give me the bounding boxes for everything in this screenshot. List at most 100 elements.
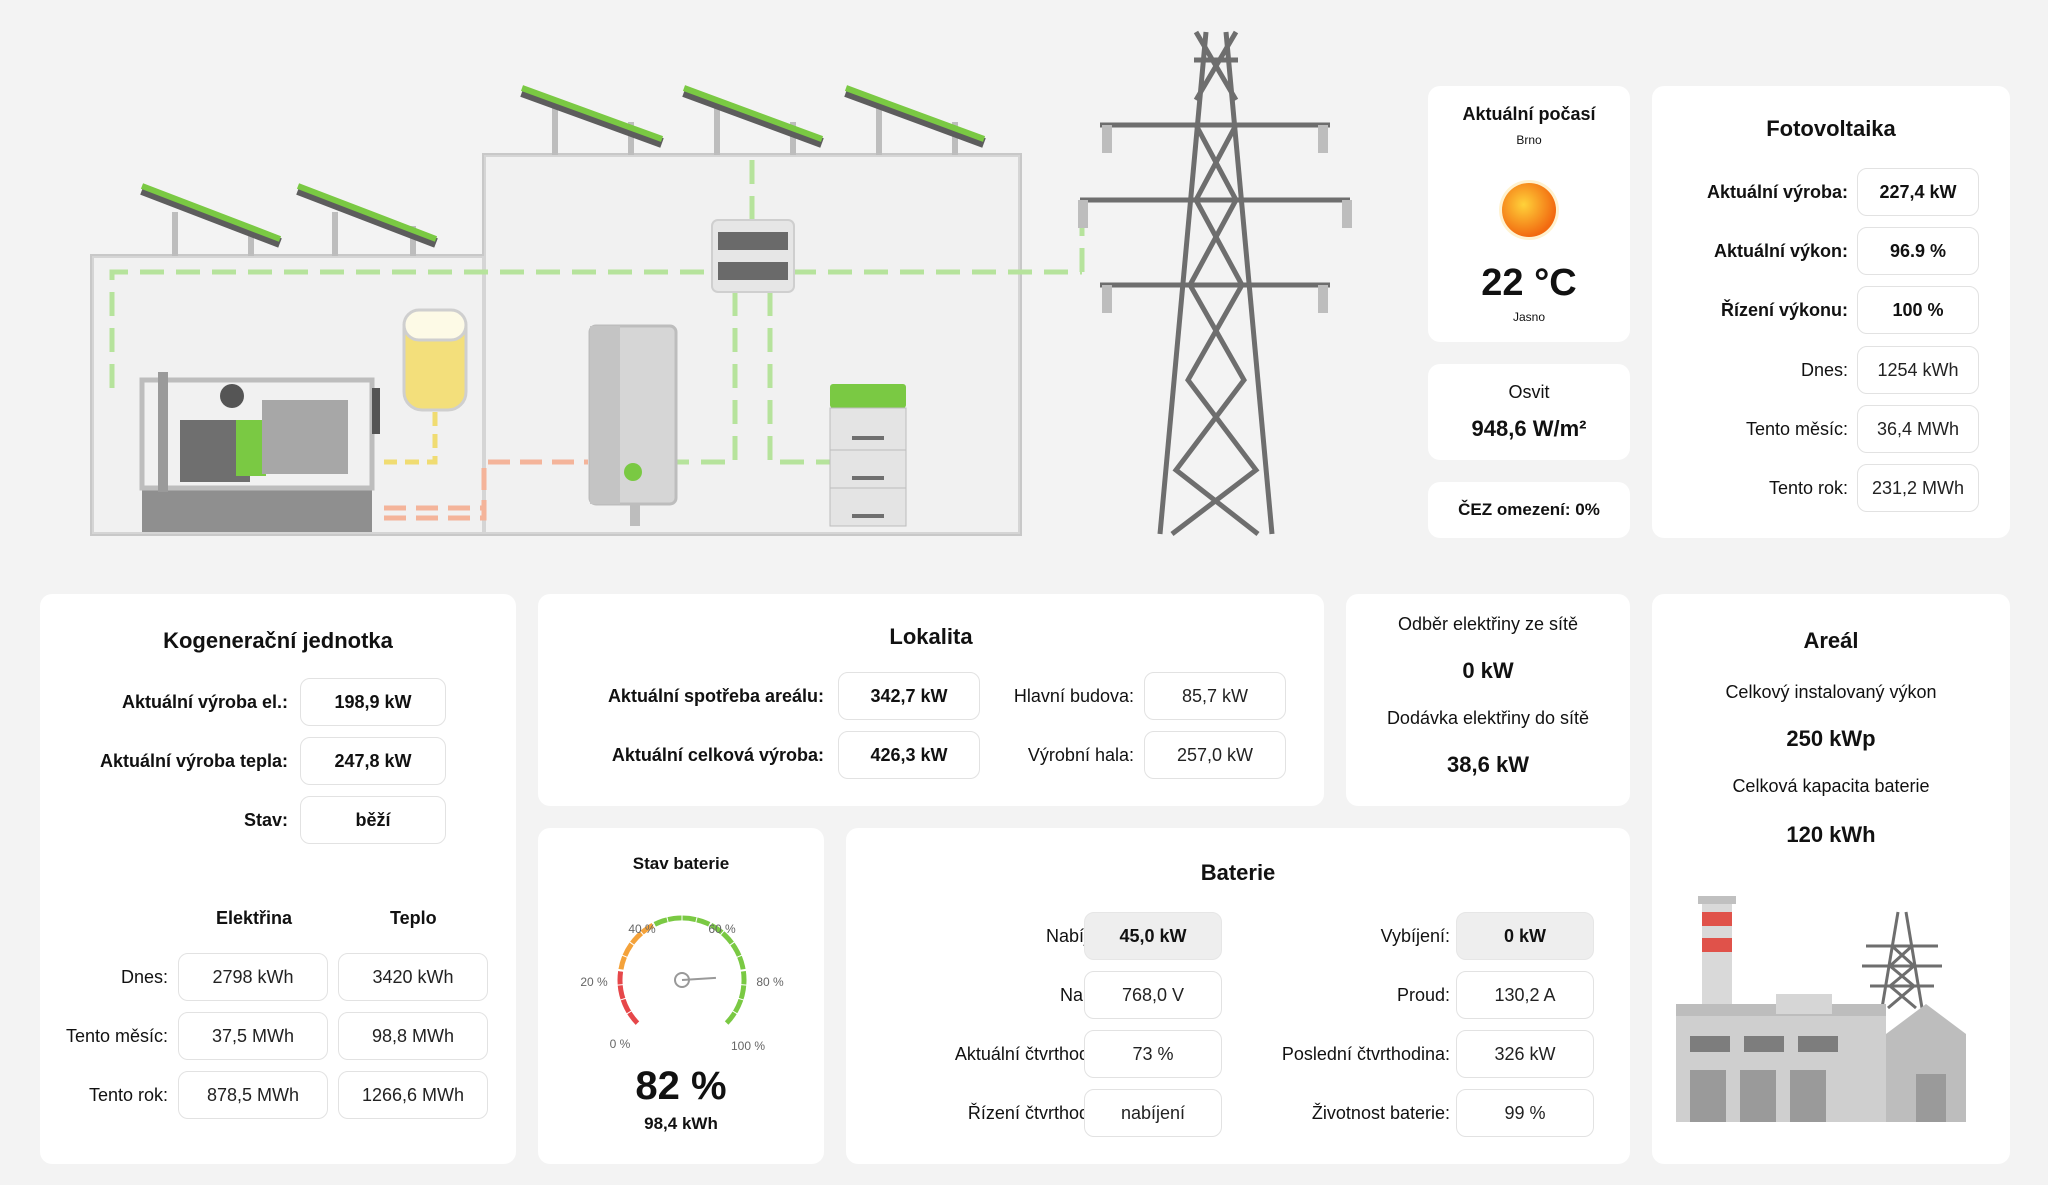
- grid-card: Odběr elektřiny ze sítě 0 kW Dodávka ele…: [1346, 594, 1630, 806]
- weather-card: Aktuální počasí Brno 22 °C Jasno: [1428, 86, 1630, 342]
- baterie-title: Baterie: [1200, 860, 1276, 885]
- solar-panel-icon: [140, 183, 282, 256]
- lokalita-budova-label: Hlavní budova:: [1013, 686, 1134, 706]
- kgj-stat-el: 2798 kWh: [178, 953, 328, 1001]
- weather-city: Brno: [1516, 133, 1542, 147]
- fotovoltaika-card: Fotovoltaika Aktuální výroba: 227,4 kW A…: [1652, 86, 2010, 538]
- kgj-stat-heat: 98,8 MWh: [338, 1012, 488, 1060]
- kgj-col-heat: Teplo: [390, 908, 437, 928]
- fve-row-value: 36,4 MWh: [1857, 405, 1979, 453]
- grid-odber-value: 0 kW: [1462, 658, 1514, 683]
- gauge-band: [617, 971, 640, 1026]
- solar-panel-icon: [682, 85, 824, 155]
- baterie-right-label: Proud:: [1396, 985, 1450, 1005]
- grid-dodavka-label: Dodávka elektřiny do sítě: [1386, 708, 1590, 728]
- factory-icon: [1676, 896, 1966, 1122]
- fve-row-value: 96.9 %: [1857, 227, 1979, 275]
- gauge-tick-label: 80 %: [756, 975, 784, 989]
- baterie-left-value: 73 %: [1084, 1030, 1222, 1078]
- boiler-icon: [588, 324, 678, 526]
- gas-tank-icon: [402, 308, 468, 412]
- battery-energy: 98,4 kWh: [644, 1114, 718, 1133]
- kgj-stat-label: Tento měsíc:: [65, 1026, 168, 1046]
- baterie-right-label: Životnost baterie:: [1311, 1103, 1450, 1123]
- lokalita-hala-label: Výrobní hala:: [1027, 745, 1134, 765]
- gauge-needle: [681, 976, 716, 981]
- weather-temp: 22 °C: [1481, 262, 1577, 304]
- baterie-right-value: 0 kW: [1456, 912, 1594, 960]
- sun-icon: [1499, 180, 1559, 240]
- solar-panel-icon: [844, 85, 986, 155]
- transmission-tower-icon: [1080, 30, 1350, 536]
- fve-row-label: Tento měsíc:: [1745, 419, 1848, 439]
- battery-gauge: 0 % 20 % 40 % 60 % 80 % 100 %: [580, 915, 784, 1053]
- energy-schematic: [90, 30, 1352, 536]
- battery-stack-icon: [829, 384, 907, 527]
- baterie-right-label: Vybíjení:: [1380, 926, 1450, 946]
- kgj-stat-heat: 1266,6 MWh: [338, 1071, 488, 1119]
- gauge-tick-label: 40 %: [628, 922, 656, 936]
- lokalita-vyroba-value: 426,3 kW: [838, 731, 980, 779]
- grid-dodavka-value: 38,6 kW: [1447, 752, 1529, 777]
- fve-row-label: Řízení výkonu:: [1720, 300, 1848, 320]
- lokalita-vyroba-label: Aktuální celková výroba:: [611, 745, 824, 765]
- solar-panel-icon: [520, 85, 664, 155]
- fve-title: Fotovoltaika: [1766, 116, 1896, 141]
- areal-capacity-value: 120 kWh: [1786, 822, 1876, 847]
- baterie-right-label: Poslední čtvrthodina:: [1281, 1044, 1450, 1064]
- baterie-right-value: 326 kW: [1456, 1030, 1594, 1078]
- grid-odber-label: Odběr elektřiny ze sítě: [1397, 614, 1579, 634]
- baterie-left-value: 45,0 kW: [1084, 912, 1222, 960]
- fve-row-label: Dnes:: [1800, 360, 1848, 380]
- gauge-tick: [617, 968, 624, 972]
- fve-row-value: 100 %: [1857, 286, 1979, 334]
- kgj-stat-el: 37,5 MWh: [178, 1012, 328, 1060]
- areal-title: Areál: [1803, 628, 1859, 653]
- kgj-stat-el: 878,5 MWh: [178, 1071, 328, 1119]
- fve-row-value: 231,2 MWh: [1857, 464, 1979, 512]
- areal-capacity-label: Celková kapacita baterie: [1732, 776, 1930, 796]
- solar-panel-icon: [296, 183, 438, 256]
- baterie-left-value: nabíjení: [1084, 1089, 1222, 1137]
- battery-state-card: Stav baterie 0 % 20 % 40 % 60 % 80 % 100…: [538, 828, 824, 1164]
- kgj-row-label: Aktuální výroba el.:: [121, 692, 288, 712]
- kgj-row-value: 198,9 kW: [300, 678, 446, 726]
- lokalita-title: Lokalita: [889, 624, 973, 649]
- gauge-tick-label: 0 %: [610, 1037, 631, 1051]
- lokalita-hala-value: 257,0 kW: [1144, 731, 1286, 779]
- kgj-row-label: Stav:: [243, 810, 288, 830]
- switchboard-icon: [711, 219, 795, 293]
- gauge-tick-label: 60 %: [708, 922, 736, 936]
- areal-card: Areál Celkový instalovaný výkon 250 kWp …: [1652, 594, 2010, 1164]
- fve-row-value: 1254 kWh: [1857, 346, 1979, 394]
- weather-desc: Jasno: [1512, 310, 1546, 324]
- kogenerace-card: Kogenerační jednotka Aktuální výroba el.…: [40, 594, 516, 1164]
- lokalita-budova-value: 85,7 kW: [1144, 672, 1286, 720]
- cez-card: ČEZ omezení: 0%: [1428, 482, 1630, 538]
- lokalita-card: Lokalita Aktuální spotřeba areálu: 342,7…: [538, 594, 1324, 806]
- areal-installed-label: Celkový instalovaný výkon: [1725, 682, 1937, 702]
- lokalita-spotreba-value: 342,7 kW: [838, 672, 980, 720]
- baterie-right-value: 130,2 A: [1456, 971, 1594, 1019]
- fve-row-label: Tento rok:: [1768, 478, 1848, 498]
- kgj-col-electricity: Elektřina: [216, 908, 293, 928]
- baterie-card: Baterie Nabíjení: 45,0 kW Napětí: 768,0 …: [846, 828, 1630, 1164]
- gauge-tick-label: 100 %: [731, 1039, 765, 1053]
- kgj-stat-heat: 3420 kWh: [338, 953, 488, 1001]
- battery-percent: 82 %: [635, 1064, 727, 1108]
- fve-row-label: Aktuální výkon:: [1713, 241, 1848, 261]
- osvit-value: 948,6 W/m²: [1471, 416, 1587, 441]
- kgj-status-value: běží: [300, 796, 446, 844]
- kgj-title: Kogenerační jednotka: [163, 628, 393, 653]
- baterie-left-value: 768,0 V: [1084, 971, 1222, 1019]
- osvit-card: Osvit 948,6 W/m²: [1428, 364, 1630, 460]
- kgj-stat-label: Dnes:: [120, 967, 168, 987]
- baterie-right-value: 99 %: [1456, 1089, 1594, 1137]
- lokalita-spotreba-label: Aktuální spotřeba areálu:: [607, 686, 824, 706]
- gauge-tick: [740, 968, 747, 972]
- kgj-row-value: 247,8 kW: [300, 737, 446, 785]
- kgj-row-label: Aktuální výroba tepla:: [99, 751, 288, 771]
- gauge-tick-label: 20 %: [580, 975, 608, 989]
- cez-limit: ČEZ omezení: 0%: [1458, 500, 1600, 519]
- fve-row-value: 227,4 kW: [1857, 168, 1979, 216]
